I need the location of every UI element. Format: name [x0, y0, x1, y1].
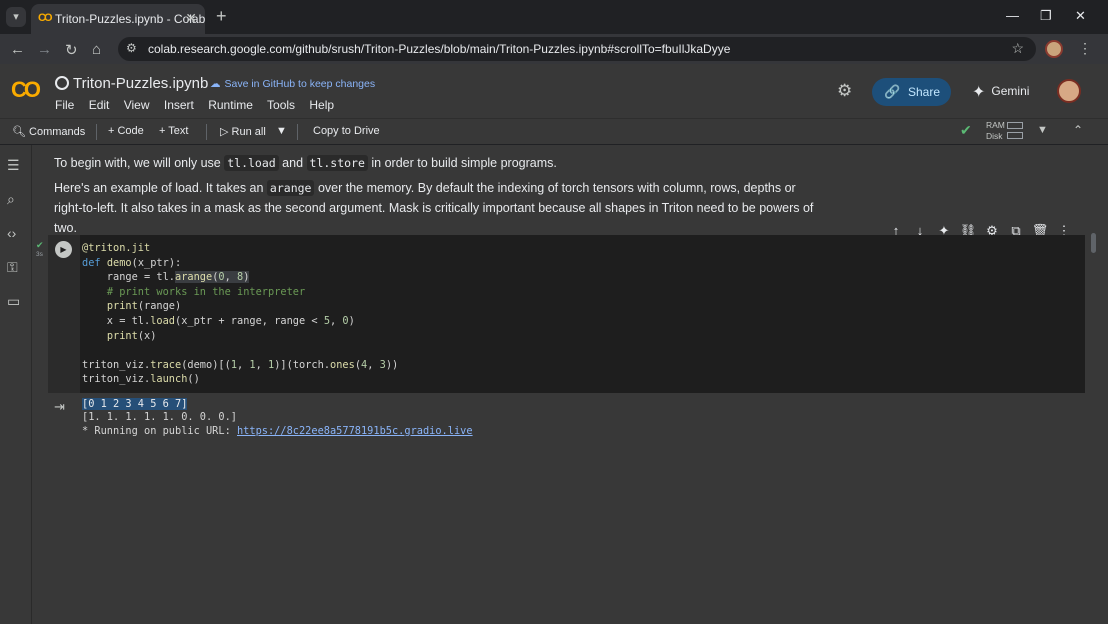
cloud-off-icon: ☁ [210, 78, 221, 90]
text-cell[interactable]: To begin with, we will only use tl.load … [54, 153, 824, 243]
add-text-button[interactable]: + Text [159, 125, 188, 137]
commands-button[interactable]: 🔍︎ Commands [12, 125, 85, 138]
connected-check-icon: ✔ [960, 122, 972, 138]
forward-icon[interactable]: → [37, 41, 52, 58]
back-icon[interactable]: ← [10, 41, 25, 58]
notebook-content: To begin with, we will only use tl.load … [32, 145, 1108, 624]
add-code-button[interactable]: + Code [108, 125, 144, 137]
browser-tabstrip: ▾ CO Triton-Puzzles.ipynb - Colab ✕ + — … [0, 0, 1108, 34]
menu-bar: File Edit View Insert Runtime Tools Help [55, 98, 345, 112]
search-icon: 🔍︎ [12, 126, 26, 138]
code-inline-arange: arange [266, 180, 315, 196]
resources-indicator[interactable]: RAM Disk [986, 120, 1005, 142]
output-line-3-prefix: * Running on public URL: [82, 424, 237, 437]
tab-close-icon[interactable]: ✕ [185, 10, 197, 27]
menu-runtime[interactable]: Runtime [208, 98, 253, 112]
output-line-2: [1. 1. 1. 1. 1. 0. 0. 0.] [82, 411, 237, 424]
files-folder-icon[interactable]: ▭ [7, 293, 20, 310]
bookmark-star-icon[interactable]: ☆ [1011, 40, 1024, 57]
colab-favicon-icon: CO [38, 12, 52, 24]
home-icon[interactable]: ⌂ [92, 41, 101, 58]
ram-label: RAM [986, 120, 1005, 130]
menu-edit[interactable]: Edit [89, 98, 110, 112]
settings-gear-icon[interactable]: ⚙ [837, 81, 852, 101]
output-line-1: [0 1 2 3 4 5 6 7] [82, 398, 188, 410]
omnibox[interactable]: ⚙ colab.research.google.com/github/srush… [118, 37, 1036, 61]
browser-menu-icon[interactable]: ⋮ [1078, 40, 1092, 57]
menu-file[interactable]: File [55, 98, 74, 112]
menu-tools[interactable]: Tools [267, 98, 295, 112]
code-editor[interactable]: @triton.jit def demo(x_ptr): range = tl.… [82, 241, 398, 387]
text-paragraph-1: To begin with, we will only use tl.load … [54, 155, 557, 171]
share-button[interactable]: 🔗 Share [872, 78, 951, 106]
code-inline-tl-store: tl.store [306, 155, 368, 171]
site-info-icon[interactable]: ⚙ [126, 41, 137, 55]
commands-label: Commands [29, 126, 86, 138]
browser-address-bar: ← → ↻ ⌂ ⚙ colab.research.google.com/gith… [0, 34, 1108, 64]
menu-view[interactable]: View [124, 98, 150, 112]
link-icon: 🔗 [884, 84, 901, 99]
toolbar-divider [206, 124, 207, 140]
code-snippets-icon[interactable]: ‹› [7, 225, 16, 241]
save-in-github-link[interactable]: ☁ Save in GitHub to keep changes [210, 78, 375, 90]
toolbar-divider [96, 124, 97, 140]
collapse-header-icon[interactable]: ⌃ [1073, 123, 1083, 137]
menu-insert[interactable]: Insert [164, 98, 194, 112]
code-cell[interactable]: ▶ @triton.jit def demo(x_ptr): range = t… [48, 235, 1085, 393]
restore-icon[interactable]: ❐ [1040, 8, 1052, 24]
play-icon: ▷ [220, 126, 229, 138]
copy-to-drive-button[interactable]: Copy to Drive [313, 125, 380, 137]
text-paragraph-2: Here's an example of load. It takes an a… [54, 180, 814, 235]
run-all-button[interactable]: ▷ Run all [220, 125, 266, 138]
secrets-key-icon[interactable]: ⚿ [7, 259, 18, 276]
left-sidebar: ☰ ⌕ ‹› ⚿ ▭ [0, 145, 32, 624]
run-cell-button[interactable]: ▶ [55, 241, 72, 258]
resource-bars [1007, 122, 1023, 142]
new-tab-icon[interactable]: + [216, 6, 227, 27]
output-actions-icon[interactable]: ⇥ [54, 399, 65, 415]
cell-output: [0 1 2 3 4 5 6 7] [1. 1. 1. 1. 1. 0. 0. … [82, 398, 473, 438]
share-label: Share [908, 85, 941, 99]
browser-tab[interactable]: CO Triton-Puzzles.ipynb - Colab ✕ [31, 4, 205, 34]
tab-search-chevron-icon[interactable]: ▾ [6, 7, 26, 27]
save-in-github-label: Save in GitHub to keep changes [224, 78, 376, 90]
github-icon [55, 76, 69, 90]
colab-logo[interactable]: CO [11, 77, 41, 103]
gemini-button[interactable]: ✦ Gemini [972, 82, 1029, 102]
sparkle-icon: ✦ [972, 84, 986, 101]
table-of-contents-icon[interactable]: ☰ [7, 157, 20, 174]
minimize-icon[interactable]: — [1006, 8, 1019, 23]
gradio-url-link[interactable]: https://8c22ee8a5778191b5c.gradio.live [237, 425, 473, 437]
runtime-dropdown-icon[interactable]: ▼ [1037, 124, 1048, 136]
colab-header: CO Triton-Puzzles.ipynb ☁ Save in GitHub … [0, 64, 1108, 118]
toolbar-divider [297, 124, 298, 140]
tab-title: Triton-Puzzles.ipynb - Colab [55, 12, 206, 26]
user-avatar[interactable] [1057, 79, 1081, 103]
execution-check-icon: ✔ [36, 240, 44, 250]
notebook-toolbar: 🔍︎ Commands + Code + Text ▷ Run all ▼ Co… [0, 118, 1108, 144]
notebook-title[interactable]: Triton-Puzzles.ipynb [73, 75, 208, 92]
code-gutter: ▶ [48, 235, 80, 393]
code-inline-tl-load: tl.load [224, 155, 279, 171]
find-icon[interactable]: ⌕ [7, 191, 15, 208]
run-all-label: Run all [231, 126, 266, 138]
run-all-dropdown-icon[interactable]: ▼ [276, 125, 287, 137]
execution-time: 3s [36, 251, 43, 258]
menu-help[interactable]: Help [309, 98, 334, 112]
window-close-icon[interactable]: ✕ [1075, 8, 1086, 24]
reload-icon[interactable]: ↻ [65, 41, 78, 59]
scrollbar-thumb[interactable] [1091, 233, 1096, 253]
url-text[interactable]: colab.research.google.com/github/srush/T… [148, 42, 730, 56]
gemini-label: Gemini [991, 84, 1030, 98]
browser-profile-avatar[interactable] [1045, 40, 1063, 58]
disk-label: Disk [986, 131, 1003, 141]
